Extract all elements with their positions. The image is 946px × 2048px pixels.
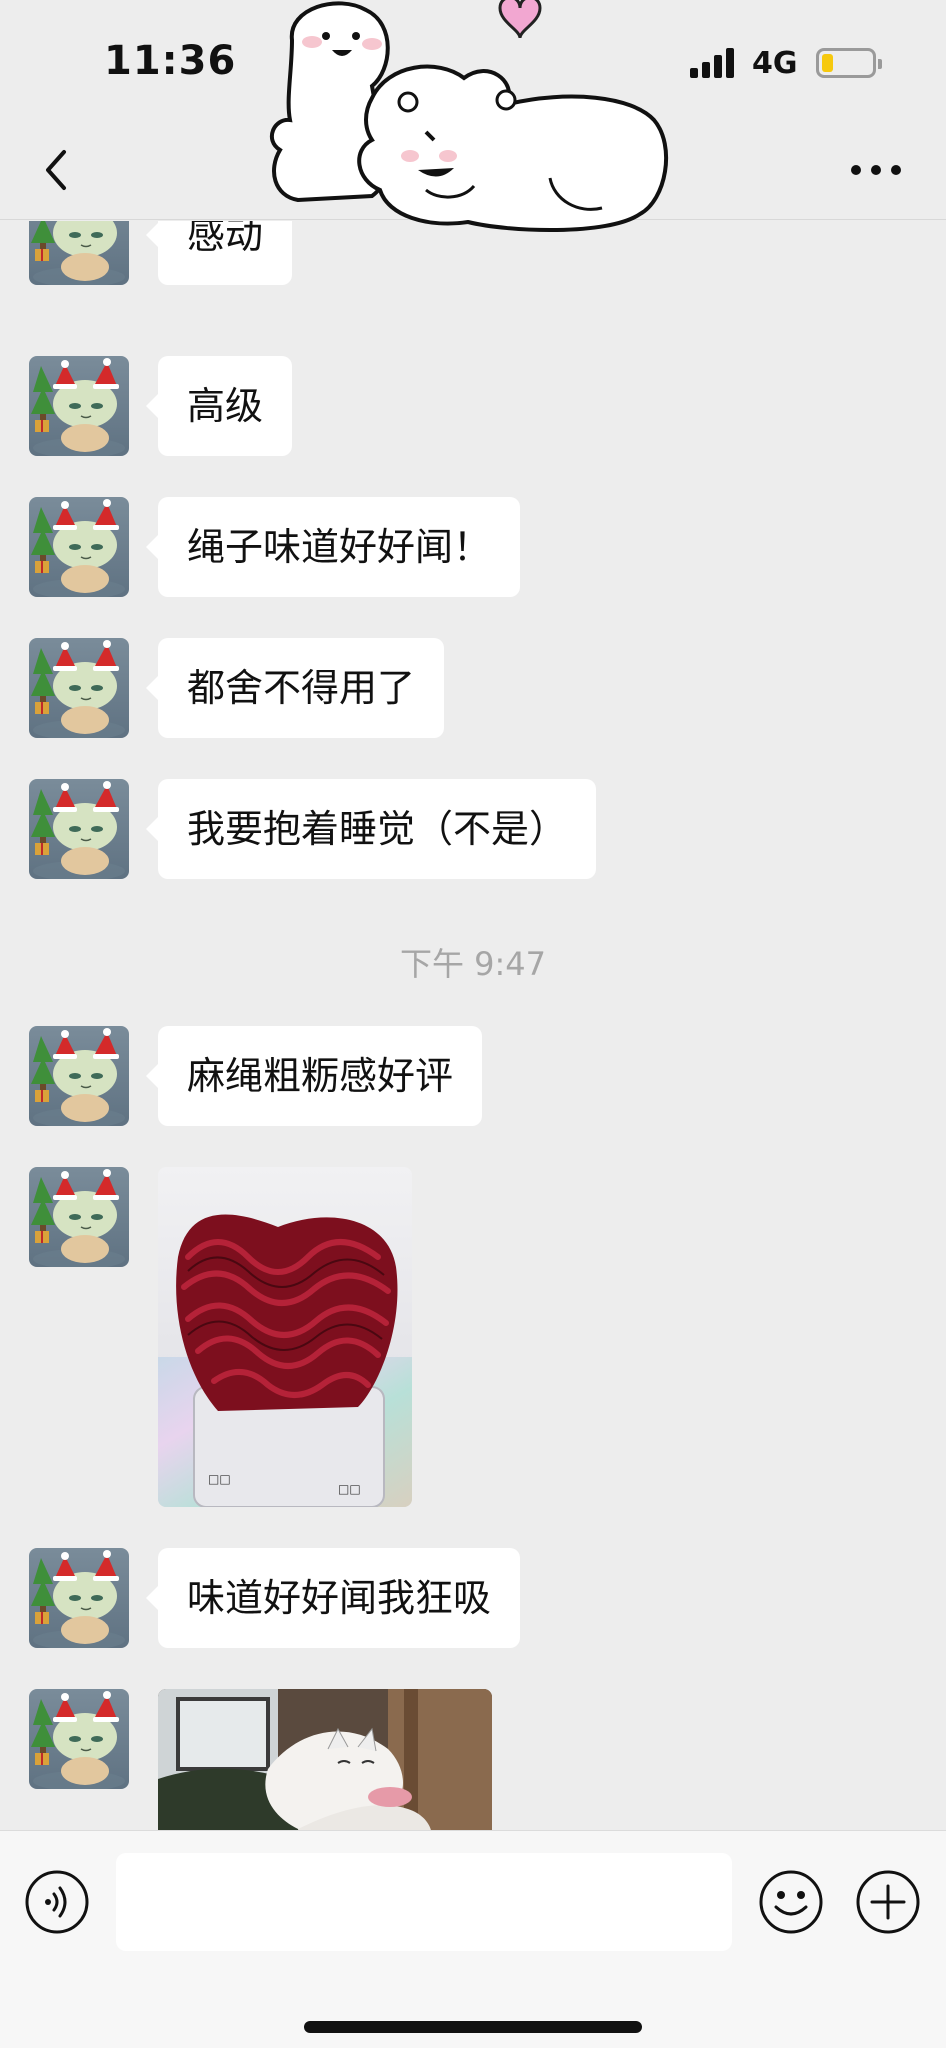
more-button[interactable] (846, 146, 906, 194)
message-bubble[interactable]: 绳子味道好好闻！ (145, 497, 521, 597)
plus-button[interactable] (855, 1869, 921, 1935)
avatar[interactable] (29, 497, 129, 597)
avatar[interactable] (29, 1548, 129, 1648)
avatar[interactable] (29, 638, 129, 738)
svg-text:□□: □□ (338, 1482, 361, 1496)
message-input[interactable] (116, 1853, 732, 1951)
signal-icon (690, 48, 736, 78)
message-bubble[interactable]: 都舍不得用了 (145, 638, 445, 738)
voice-icon (25, 1870, 89, 1934)
message-timestamp: 下午 9:47 (399, 945, 547, 983)
network-type: 4G (752, 46, 798, 81)
avatar[interactable] (29, 221, 129, 285)
chevron-left-icon (46, 150, 66, 190)
svg-text:□□: □□ (208, 1472, 231, 1486)
avatar[interactable] (29, 356, 129, 456)
voice-button[interactable] (24, 1869, 90, 1935)
back-button[interactable] (30, 142, 86, 198)
cat-photo[interactable] (158, 1689, 492, 1830)
rope-photo[interactable]: □□ □□ (158, 1167, 412, 1507)
message-bubble[interactable]: 我要抱着睡觉（不是） (145, 779, 597, 879)
home-indicator[interactable] (304, 2021, 642, 2033)
status-time: 11:36 (104, 38, 237, 84)
avatar[interactable] (29, 1026, 129, 1126)
message-bubble[interactable]: 麻绳粗粝感好评 (145, 1026, 483, 1126)
avatar[interactable] (29, 1167, 129, 1267)
plus-icon (856, 1870, 920, 1934)
chat-messages[interactable]: 感动 高级 绳子味道好好闻！ 都舍不得用了 我要抱着睡觉（不是） 下午 9:47… (0, 221, 946, 1830)
emoji-icon (759, 1870, 823, 1934)
input-bar (0, 1830, 946, 2048)
message-bubble[interactable]: 高级 (145, 356, 293, 456)
emoji-button[interactable] (758, 1869, 824, 1935)
message-bubble[interactable]: 味道好好闻我狂吸 (145, 1548, 521, 1648)
bear-sticker (269, 0, 669, 232)
battery-icon (816, 48, 882, 78)
avatar[interactable] (29, 1689, 129, 1789)
more-dots-icon (851, 165, 901, 175)
avatar[interactable] (29, 779, 129, 879)
